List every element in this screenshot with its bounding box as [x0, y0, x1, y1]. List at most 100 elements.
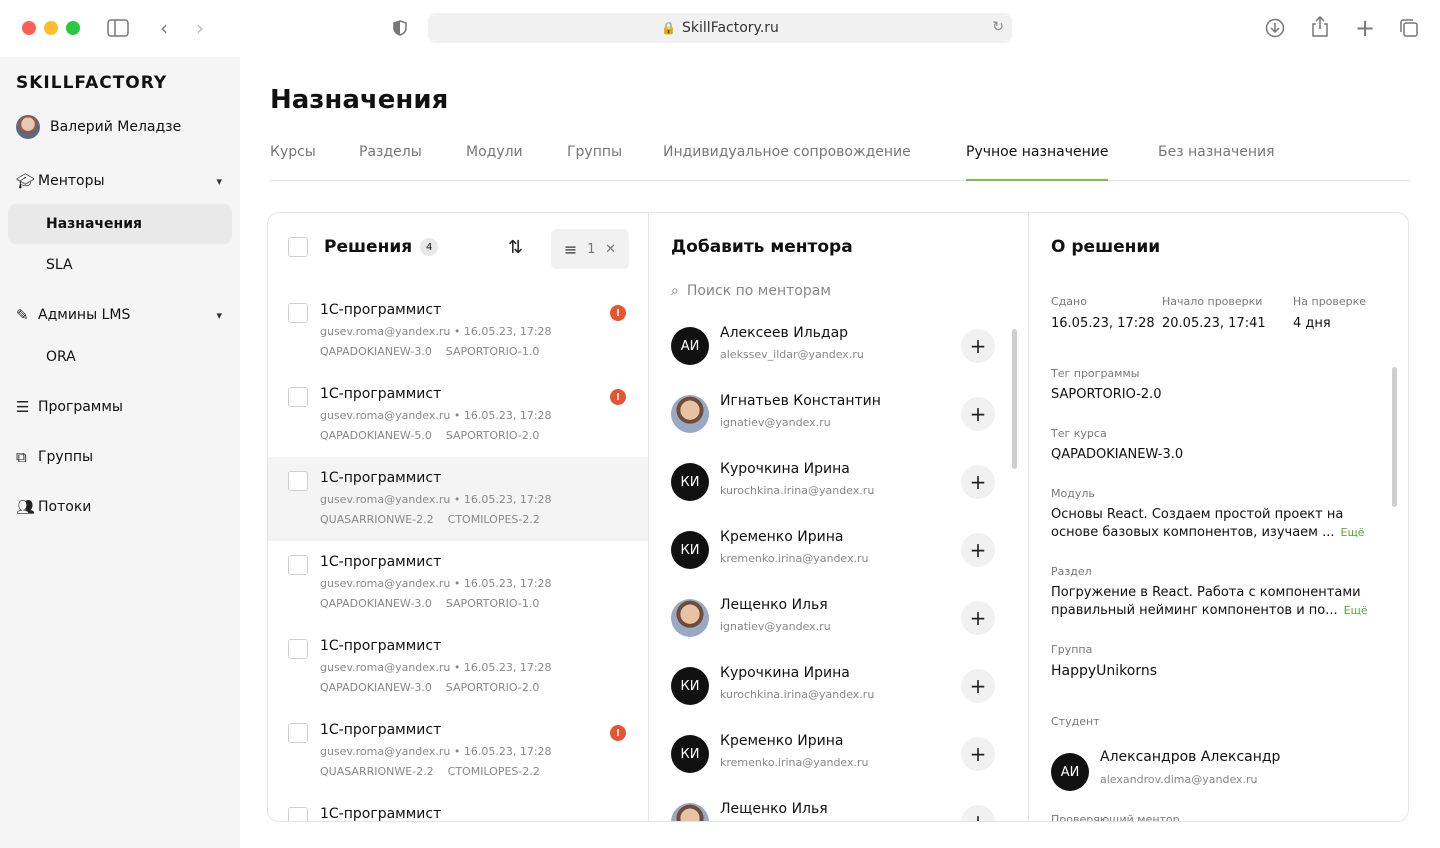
sort-icon[interactable]: ⇅: [508, 237, 523, 258]
download-icon[interactable]: [1264, 17, 1286, 39]
group-value: HappyUnikorns: [1051, 663, 1158, 679]
solution-title: 1С-программист: [320, 470, 442, 486]
add-mentor-button[interactable]: +: [961, 601, 995, 635]
mentor-avatar: КИ: [671, 463, 709, 501]
solution-checkbox[interactable]: [288, 387, 308, 407]
details-title: О решении: [1051, 237, 1161, 257]
privacy-shield-icon[interactable]: [392, 19, 408, 37]
solution-item[interactable]: 1С-программист gusev.roma@yandex.ru • 16…: [268, 373, 648, 457]
url-bar[interactable]: 🔒 SkillFactory.ru ↻: [428, 13, 1012, 43]
solution-meta: gusev.roma@yandex.ru • 16.05.23, 17:28: [320, 409, 552, 422]
solution-tags: QAPADOKIANEW-3.0 SAPORTORIO-2.0: [320, 681, 540, 694]
solutions-count-badge: 4: [420, 238, 439, 256]
submitted-value: 16.05.23, 17:28: [1051, 316, 1155, 331]
sidebar-item-ora[interactable]: ORA: [8, 337, 232, 377]
scrollbar[interactable]: [1392, 367, 1397, 507]
solution-checkbox[interactable]: [288, 303, 308, 323]
course-tag-value: QAPADOKIANEW-3.0: [1051, 447, 1184, 462]
sidebar-item-groups[interactable]: ⧉ Группы: [8, 437, 232, 477]
scrollbar[interactable]: [1012, 329, 1017, 469]
module-value-line2: основе базовых компонентов, изучаем ... Е…: [1051, 525, 1365, 540]
share-icon[interactable]: [1309, 16, 1331, 38]
url-text: SkillFactory.ru: [682, 20, 779, 36]
minimize-window-button[interactable]: [44, 21, 58, 35]
logo[interactable]: SKILLFACTORY: [16, 73, 167, 93]
filter-count: 1: [587, 241, 596, 257]
clear-filter-icon[interactable]: ✕: [605, 242, 616, 257]
sidebar-item-streams[interactable]: 👥︎ Потоки: [8, 487, 232, 527]
add-mentor-button[interactable]: +: [961, 329, 995, 363]
tab-unassigned[interactable]: Без назначения: [1158, 143, 1275, 181]
back-icon[interactable]: ‹: [156, 16, 172, 40]
sidebar-item-assignments[interactable]: Назначения: [8, 204, 232, 244]
program-tag-label: Тег программы: [1051, 367, 1140, 380]
reload-icon[interactable]: ↻: [992, 19, 1004, 35]
solution-item[interactable]: 1С-программист: [268, 793, 648, 821]
close-window-button[interactable]: [22, 21, 36, 35]
tab-manual-assignment[interactable]: Ручное назначение: [966, 143, 1109, 181]
mentor-name: Кременко Ирина: [720, 733, 844, 749]
solution-checkbox[interactable]: [288, 555, 308, 575]
maximize-window-button[interactable]: [66, 21, 80, 35]
tab-groups[interactable]: Группы: [567, 143, 622, 181]
pen-icon: ✎: [16, 306, 29, 324]
add-mentor-button[interactable]: +: [961, 669, 995, 703]
forward-icon[interactable]: ›: [192, 16, 208, 40]
solution-title: 1С-программист: [320, 554, 442, 570]
module-more-link[interactable]: Ещё: [1341, 526, 1365, 539]
module-value-line1: Основы React. Создаем простой проект на: [1051, 507, 1344, 522]
solution-checkbox[interactable]: [288, 471, 308, 491]
mentor-avatar: [671, 803, 709, 821]
solution-title: 1С-программист: [320, 638, 442, 654]
mentor-item: Лещенко Илья +: [671, 795, 1001, 821]
solution-item[interactable]: 1С-программист gusev.roma@yandex.ru • 16…: [268, 289, 648, 373]
student-card: АИ Александров Александр alexandrov.dima…: [1051, 745, 1391, 795]
mentors-column: Добавить ментора ⌕ Поиск по менторам АИ …: [649, 213, 1029, 821]
add-mentor-button[interactable]: +: [961, 737, 995, 771]
sidebar-item-label: SLA: [46, 257, 73, 273]
mentor-name: Кременко Ирина: [720, 529, 844, 545]
tab-bar: Курсы Разделы Модули Группы Индивидуальн…: [270, 143, 1410, 181]
select-all-checkbox[interactable]: [288, 237, 308, 257]
add-mentor-button[interactable]: +: [961, 533, 995, 567]
solution-item[interactable]: 1С-программист gusev.roma@yandex.ru • 16…: [268, 625, 648, 709]
add-mentor-button[interactable]: +: [961, 805, 995, 821]
sidebar-toggle-icon[interactable]: [106, 17, 130, 39]
solution-checkbox[interactable]: [288, 723, 308, 743]
mentor-item: КИ Кременко Ирина kremenko.irina@yandex.…: [671, 727, 1001, 787]
tabs-overview-icon[interactable]: [1398, 17, 1420, 39]
search-placeholder: Поиск по менторам: [686, 283, 831, 299]
add-mentor-button[interactable]: +: [961, 465, 995, 499]
solution-item[interactable]: 1С-программист gusev.roma@yandex.ru • 16…: [268, 541, 648, 625]
sidebar-item-lms-admins[interactable]: ✎ Админы LMS ▾: [8, 295, 232, 335]
solution-item[interactable]: 1С-программист gusev.roma@yandex.ru • 16…: [268, 709, 648, 793]
tab-sections[interactable]: Разделы: [359, 143, 422, 181]
sidebar-item-label: ORA: [46, 349, 76, 365]
sidebar-item-label: Назначения: [46, 216, 142, 232]
in-review-label: На проверке: [1293, 295, 1367, 308]
solution-checkbox[interactable]: [288, 807, 308, 821]
browser-toolbar: ‹ › 🔒 SkillFactory.ru ↻ +: [0, 0, 1440, 57]
current-user[interactable]: Валерий Меладзе: [16, 115, 181, 139]
new-tab-icon[interactable]: +: [1354, 14, 1376, 42]
add-mentor-button[interactable]: +: [961, 397, 995, 431]
filter-button[interactable]: ≡ 1 ✕: [551, 229, 629, 269]
section-more-link[interactable]: Ещё: [1344, 604, 1368, 617]
mentor-search-input[interactable]: ⌕ Поиск по менторам: [671, 283, 831, 299]
tab-modules[interactable]: Модули: [466, 143, 523, 181]
solution-item-selected[interactable]: 1С-программист gusev.roma@yandex.ru • 16…: [268, 457, 648, 541]
solution-title: 1С-программист: [320, 386, 442, 402]
solution-meta: gusev.roma@yandex.ru • 16.05.23, 17:28: [320, 577, 552, 590]
warning-icon: !: [610, 389, 626, 405]
sidebar-item-mentors[interactable]: 🎓︎ Менторы ▾: [8, 161, 232, 201]
graduation-cap-icon: 🎓︎: [16, 172, 36, 190]
review-start-value: 20.05.23, 17:41: [1162, 316, 1266, 331]
solution-checkbox[interactable]: [288, 639, 308, 659]
mentor-item: Лещенко Илья ignatiev@yandex.ru +: [671, 591, 1001, 651]
sidebar-item-sla[interactable]: SLA: [8, 245, 232, 285]
tab-individual-support[interactable]: Индивидуальное сопровождение: [663, 143, 911, 181]
group-label: Группа: [1051, 643, 1093, 656]
tab-courses[interactable]: Курсы: [270, 143, 316, 181]
sidebar-item-programs[interactable]: ☰ Программы: [8, 387, 232, 427]
mentor-avatar: КИ: [671, 735, 709, 773]
